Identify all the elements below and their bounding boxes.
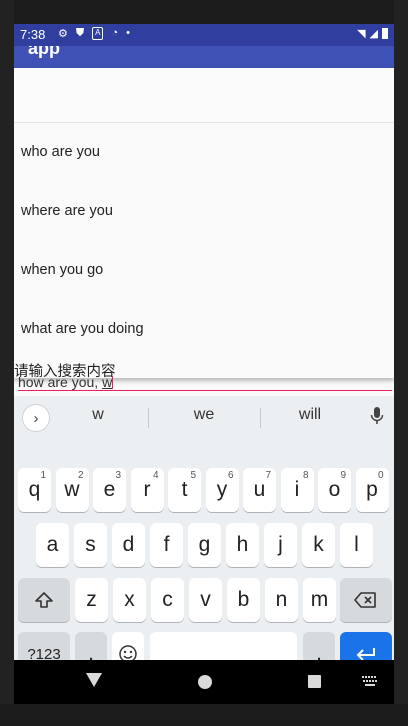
navigation-bar [14, 660, 394, 704]
key-s[interactable]: s [74, 523, 107, 567]
soft-keyboard: › w we will q1w2e3r4t5y6u7i8o9p0 asdfghj… [14, 396, 394, 676]
suggestion-item[interactable]: where are you [14, 182, 394, 241]
device-top-bezel [0, 0, 408, 24]
keyboard-suggestion[interactable]: will [270, 406, 350, 424]
search-typed-current: w [102, 374, 113, 390]
shield-icon: ⛊ [75, 27, 85, 39]
key-r[interactable]: r4 [130, 468, 164, 512]
device-right-bezel [394, 0, 408, 726]
microphone-icon[interactable] [370, 406, 384, 426]
key-number-hint: 0 [377, 470, 384, 481]
key-a[interactable]: a [36, 523, 69, 567]
key-label: p [366, 478, 378, 501]
recents-icon[interactable] [308, 675, 321, 688]
battery-icon [382, 28, 388, 39]
suggestion-item[interactable]: when you go [14, 241, 394, 300]
keyboard-suggestion[interactable]: we [164, 406, 244, 424]
text-caret [112, 376, 114, 389]
suggestion-item[interactable]: who are you [14, 123, 394, 182]
key-label: y [216, 478, 228, 501]
key-label: o [328, 478, 341, 501]
suggestion-dropdown: who are you where are you when you go wh… [14, 68, 394, 378]
keyboard-suggestion-strip: › w we will [14, 396, 394, 438]
status-time: 7:38 [20, 27, 46, 42]
key-w[interactable]: w2 [55, 468, 89, 512]
chevron-right-icon[interactable]: › [22, 404, 50, 432]
app-title: app [28, 46, 61, 58]
key-label: i [294, 478, 300, 501]
key-b[interactable]: b [227, 578, 260, 622]
home-icon[interactable] [198, 675, 212, 689]
shift-icon [35, 592, 53, 608]
key-number-hint: 4 [152, 470, 159, 481]
key-z[interactable]: z [75, 578, 108, 622]
key-label: t [181, 478, 188, 501]
status-bar: 7:38 ⚙ ⛊ A ◔ • ◥ ◢ [14, 24, 394, 46]
key-label: u [253, 478, 266, 501]
key-e[interactable]: e3 [93, 468, 126, 512]
key-o[interactable]: o9 [318, 468, 351, 512]
key-number-hint: 2 [77, 470, 84, 481]
key-p[interactable]: p0 [355, 468, 389, 512]
key-y[interactable]: y6 [205, 468, 239, 512]
key-label: r [143, 478, 151, 501]
key-number-hint: 3 [115, 470, 121, 481]
key-number-hint: 9 [340, 470, 346, 481]
key-number-hint: 1 [40, 470, 46, 481]
status-notification-icons: ⚙ ⛊ A ◔ • [58, 27, 130, 40]
key-q[interactable]: q1 [18, 468, 51, 512]
key-number-hint: 7 [265, 470, 271, 481]
key-h[interactable]: h [226, 523, 259, 567]
device-bottom-bezel [0, 704, 408, 726]
key-v[interactable]: v [189, 578, 222, 622]
key-label: q [28, 478, 41, 501]
a-icon: A [92, 27, 104, 40]
key-number-hint: 8 [302, 470, 309, 481]
key-k[interactable]: k [302, 523, 335, 567]
wifi-question-icon: ◔ [111, 27, 119, 39]
key-g[interactable]: g [188, 523, 221, 567]
key-x[interactable]: x [113, 578, 146, 622]
key-t[interactable]: t5 [168, 468, 201, 512]
key-u[interactable]: u7 [243, 468, 276, 512]
dot-icon: • [126, 27, 130, 39]
search-typed-prefix: how are you, [18, 374, 103, 390]
settings-icon: ⚙ [58, 28, 68, 40]
suggestion-header-area [14, 68, 394, 123]
shift-key[interactable] [18, 578, 70, 622]
key-label: w [64, 478, 80, 501]
status-system-icons: ◥ ◢ [357, 27, 388, 40]
suggestion-item[interactable]: what are you doing [14, 300, 394, 359]
phone-screen: 7:38 ⚙ ⛊ A ◔ • ◥ ◢ app who are you where… [14, 24, 394, 704]
key-f[interactable]: f [150, 523, 183, 567]
key-number-hint: 5 [190, 470, 196, 481]
key-i[interactable]: i8 [280, 468, 314, 512]
wifi-icon: ◥ [357, 28, 366, 40]
keyboard-suggestion[interactable]: w [58, 406, 138, 424]
suggestion-divider [260, 408, 261, 428]
search-input-underline [18, 390, 392, 391]
app-bar: app [14, 46, 394, 68]
key-l[interactable]: l [340, 523, 373, 567]
keyboard-icon[interactable] [362, 676, 378, 686]
signal-icon: ◢ [369, 28, 378, 40]
key-n[interactable]: n [265, 578, 298, 622]
backspace-key[interactable] [340, 578, 392, 622]
key-j[interactable]: j [264, 523, 297, 567]
key-label: e [103, 478, 116, 501]
key-c[interactable]: c [151, 578, 184, 622]
device-left-bezel [0, 0, 14, 726]
search-input[interactable]: how are you, w [18, 374, 114, 390]
back-icon[interactable] [86, 673, 102, 687]
backspace-icon [354, 592, 376, 608]
key-number-hint: 6 [227, 470, 234, 481]
key-m[interactable]: m [303, 578, 336, 622]
key-d[interactable]: d [112, 523, 145, 567]
suggestion-divider [148, 408, 149, 428]
